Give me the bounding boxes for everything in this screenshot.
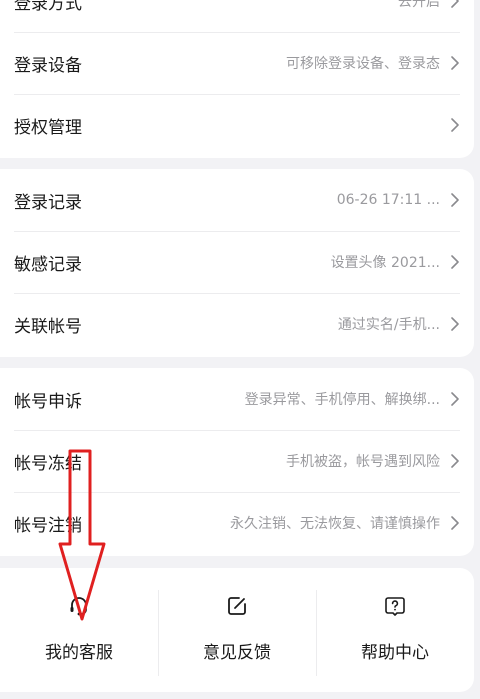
shortcut-label: 我的客服 xyxy=(45,643,113,663)
account-records-card: 登录记录 06-26 17:11 ... 敏感记录 设置头像 2021... 关… xyxy=(0,169,474,357)
chevron-right-icon xyxy=(450,317,460,331)
account-safety-card: 帐号申诉 登录异常、手机停用、解换绑... 帐号冻结 手机被盗，帐号遇到风险 帐… xyxy=(0,368,474,556)
my-customer-service-button[interactable]: 我的客服 xyxy=(0,568,158,692)
row-label: 授权管理 xyxy=(14,117,82,138)
shortcut-label: 意见反馈 xyxy=(203,643,271,663)
chevron-right-icon xyxy=(450,454,460,468)
row-value: 手机被盗，帐号遇到风险 xyxy=(286,454,440,470)
headset-icon xyxy=(67,594,91,618)
row-label: 帐号冻结 xyxy=(14,453,82,474)
row-value: 登录异常、手机停用、解换绑... xyxy=(244,392,440,408)
support-shortcuts-card: 我的客服 意见反馈 帮助中心 xyxy=(0,568,474,692)
row-value: 设置头像 2021... xyxy=(330,255,440,271)
feedback-button[interactable]: 意见反馈 xyxy=(158,568,316,692)
chevron-right-icon xyxy=(450,255,460,269)
shortcut-label: 帮助中心 xyxy=(361,643,429,663)
login-records-row[interactable]: 登录记录 06-26 17:11 ... xyxy=(0,169,474,231)
chevron-right-icon xyxy=(450,193,460,207)
row-label: 关联帐号 xyxy=(14,316,82,337)
account-appeal-row[interactable]: 帐号申诉 登录异常、手机停用、解换绑... xyxy=(0,368,474,430)
row-value: 通过实名/手机... xyxy=(337,317,440,333)
account-freeze-row[interactable]: 帐号冻结 手机被盗，帐号遇到风险 xyxy=(0,430,474,492)
row-value: 06-26 17:11 ... xyxy=(336,192,440,208)
sensitive-records-row[interactable]: 敏感记录 设置头像 2021... xyxy=(0,231,474,293)
row-value: 去开启 xyxy=(398,0,440,10)
chevron-right-icon xyxy=(450,516,460,530)
edit-icon xyxy=(225,594,249,618)
row-label: 登录设备 xyxy=(14,55,82,76)
row-label: 帐号注销 xyxy=(14,515,82,536)
row-label: 登录方式 xyxy=(14,0,82,14)
authorization-management-row[interactable]: 授权管理 xyxy=(0,94,474,156)
linked-accounts-row[interactable]: 关联帐号 通过实名/手机... xyxy=(0,293,474,355)
row-value: 永久注销、无法恢复、请谨慎操作 xyxy=(230,516,440,532)
chevron-right-icon xyxy=(450,392,460,406)
row-label: 敏感记录 xyxy=(14,254,82,275)
account-deletion-row[interactable]: 帐号注销 永久注销、无法恢复、请谨慎操作 xyxy=(0,492,474,554)
chevron-right-icon xyxy=(450,0,460,8)
login-devices-row[interactable]: 登录设备 可移除登录设备、登录态 xyxy=(0,32,474,94)
account-settings-card: 登录方式 去开启 登录设备 可移除登录设备、登录态 授权管理 xyxy=(0,0,474,158)
login-method-row[interactable]: 登录方式 去开启 xyxy=(0,0,474,32)
row-label: 登录记录 xyxy=(14,192,82,213)
row-label: 帐号申诉 xyxy=(14,391,82,412)
chevron-right-icon xyxy=(450,56,460,70)
chevron-right-icon xyxy=(450,118,460,132)
row-value: 可移除登录设备、登录态 xyxy=(286,56,440,72)
help-icon xyxy=(383,594,407,618)
help-center-button[interactable]: 帮助中心 xyxy=(316,568,474,692)
